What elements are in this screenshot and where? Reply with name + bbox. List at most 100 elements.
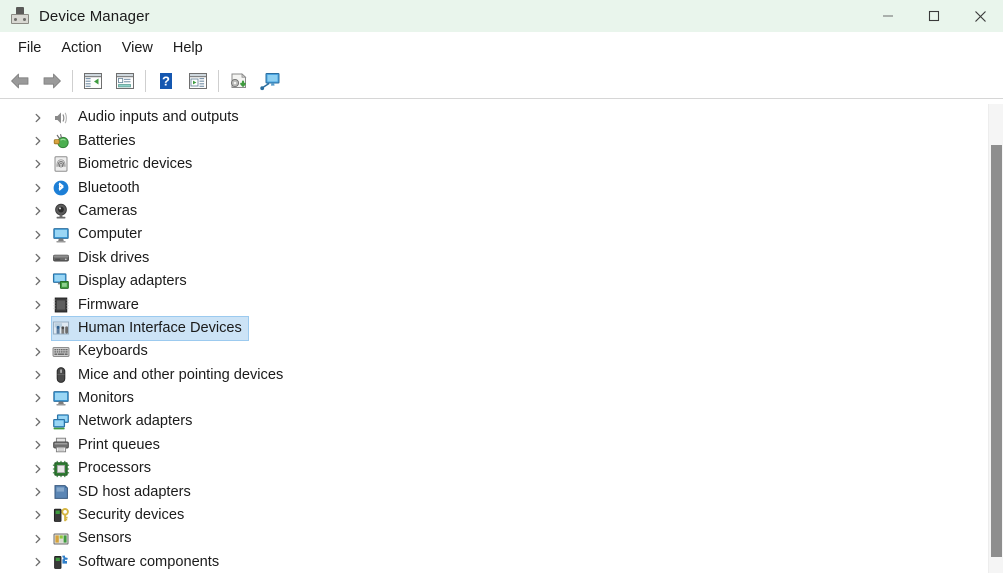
properties-button[interactable] — [109, 66, 141, 96]
menu-item-file[interactable]: File — [8, 36, 51, 60]
tree-item[interactable]: Cameras — [0, 200, 988, 223]
tree-item[interactable]: Processors — [0, 457, 988, 480]
device-display-icon — [260, 72, 280, 90]
software-component-icon — [52, 553, 70, 571]
scan-hardware-changes-button[interactable] — [223, 66, 255, 96]
tree-item-label: Processors — [78, 460, 151, 477]
back-button[interactable] — [4, 66, 36, 96]
tree-item[interactable]: Biometric devices — [0, 153, 988, 176]
chevron-right-icon[interactable] — [30, 344, 46, 360]
tree-item-content[interactable]: Keyboards — [52, 340, 154, 363]
tree-item-content[interactable]: Sensors — [52, 527, 138, 550]
chevron-right-icon[interactable] — [30, 507, 46, 523]
chevron-right-icon[interactable] — [30, 414, 46, 430]
tree-item-content[interactable]: Firmware — [52, 293, 145, 316]
tree-item[interactable]: Batteries — [0, 129, 988, 152]
chevron-right-icon[interactable] — [30, 227, 46, 243]
tree-item-content[interactable]: Mice and other pointing devices — [52, 363, 289, 386]
tree-item-label: Cameras — [78, 202, 138, 219]
tree-item[interactable]: Disk drives — [0, 246, 988, 269]
tree-item[interactable]: Bluetooth — [0, 176, 988, 199]
chevron-right-icon[interactable] — [30, 203, 46, 219]
chevron-right-icon[interactable] — [30, 554, 46, 570]
display-adapter-icon — [52, 272, 70, 290]
tree-item[interactable]: Software components — [0, 550, 988, 573]
chevron-right-icon[interactable] — [30, 273, 46, 289]
tree-item[interactable]: Display adapters — [0, 270, 988, 293]
tree-item[interactable]: Firmware — [0, 293, 988, 316]
chevron-right-icon[interactable] — [30, 320, 46, 336]
tree-item-content[interactable]: Human Interface Devices — [51, 315, 249, 341]
tree-item[interactable]: Computer — [0, 223, 988, 246]
tree-item-content[interactable]: Biometric devices — [52, 153, 198, 176]
update-driver-button[interactable] — [182, 66, 214, 96]
chevron-right-icon[interactable] — [30, 180, 46, 196]
toolbar: ? — [0, 63, 1003, 98]
speaker-icon — [52, 109, 70, 127]
tree-item-label: Disk drives — [78, 249, 150, 266]
back-arrow-icon — [11, 73, 29, 88]
chevron-right-icon[interactable] — [30, 390, 46, 406]
tree-item[interactable]: Monitors — [0, 387, 988, 410]
menu-item-action[interactable]: Action — [51, 36, 111, 60]
show-devices-by-connection-button[interactable] — [255, 66, 287, 96]
chevron-right-icon[interactable] — [30, 367, 46, 383]
scan-hardware-icon — [230, 72, 247, 88]
menu-bar: File Action View Help — [0, 32, 1003, 63]
tree-item-content[interactable]: Software components — [52, 550, 225, 573]
tree-item[interactable]: SD host adapters — [0, 480, 988, 503]
chevron-right-icon[interactable] — [30, 437, 46, 453]
chevron-right-icon[interactable] — [30, 297, 46, 313]
svg-text:?: ? — [162, 73, 170, 88]
toolbar-separator — [72, 69, 73, 92]
maximize-button[interactable] — [911, 0, 957, 32]
device-manager-icon — [11, 7, 29, 25]
chevron-right-icon[interactable] — [30, 461, 46, 477]
tree-item-content[interactable]: Disk drives — [52, 246, 155, 269]
tree-item-content[interactable]: Network adapters — [52, 410, 198, 433]
tree-item-content[interactable]: Monitors — [52, 387, 140, 410]
menu-item-view[interactable]: View — [112, 36, 163, 60]
tree-item-content[interactable]: SD host adapters — [52, 480, 197, 503]
tree-item-label: Software components — [78, 553, 220, 570]
vertical-scrollbar[interactable] — [988, 104, 1003, 573]
scrollbar-thumb[interactable] — [991, 145, 1002, 557]
tree-item[interactable]: Keyboards — [0, 340, 988, 363]
tree-item[interactable]: Security devices — [0, 504, 988, 527]
tree-item-label: Firmware — [78, 296, 139, 313]
disk-drive-icon — [52, 249, 70, 267]
tree-item[interactable]: Audio inputs and outputs — [0, 106, 988, 129]
close-button[interactable] — [957, 0, 1003, 32]
tree-item[interactable]: Network adapters — [0, 410, 988, 433]
window-title: Device Manager — [39, 7, 150, 25]
tree-item-label: Computer — [78, 226, 143, 243]
tree-item[interactable]: Sensors — [0, 527, 988, 550]
chevron-right-icon[interactable] — [30, 156, 46, 172]
tree-item-content[interactable]: Security devices — [52, 504, 190, 527]
tree-item-content[interactable]: Display adapters — [52, 270, 193, 293]
tree-item-content[interactable]: Print queues — [52, 433, 166, 456]
tree-item-content[interactable]: Batteries — [52, 129, 142, 152]
tree-item-content[interactable]: Bluetooth — [52, 176, 146, 199]
chevron-right-icon[interactable] — [30, 531, 46, 547]
chevron-right-icon[interactable] — [30, 133, 46, 149]
forward-button[interactable] — [36, 66, 68, 96]
tree-item[interactable]: Human Interface Devices — [0, 315, 988, 341]
chevron-right-icon[interactable] — [30, 250, 46, 266]
tree-item-content[interactable]: Cameras — [52, 200, 143, 223]
tree-item-content[interactable]: Processors — [52, 457, 157, 480]
chevron-right-icon[interactable] — [30, 484, 46, 500]
tree-item-content[interactable]: Audio inputs and outputs — [52, 106, 245, 129]
bluetooth-icon — [52, 179, 70, 197]
minimize-button[interactable] — [865, 0, 911, 32]
tree-item[interactable]: Mice and other pointing devices — [0, 363, 988, 386]
monitor-icon — [52, 389, 70, 407]
chevron-right-icon[interactable] — [30, 110, 46, 126]
menu-item-help[interactable]: Help — [163, 36, 213, 60]
tree-item-label: Mice and other pointing devices — [78, 366, 284, 383]
help-button[interactable]: ? — [150, 66, 182, 96]
tree-item[interactable]: Print queues — [0, 433, 988, 456]
show-hide-console-tree-button[interactable] — [77, 66, 109, 96]
forward-arrow-icon — [43, 73, 61, 88]
tree-item-content[interactable]: Computer — [52, 223, 148, 246]
